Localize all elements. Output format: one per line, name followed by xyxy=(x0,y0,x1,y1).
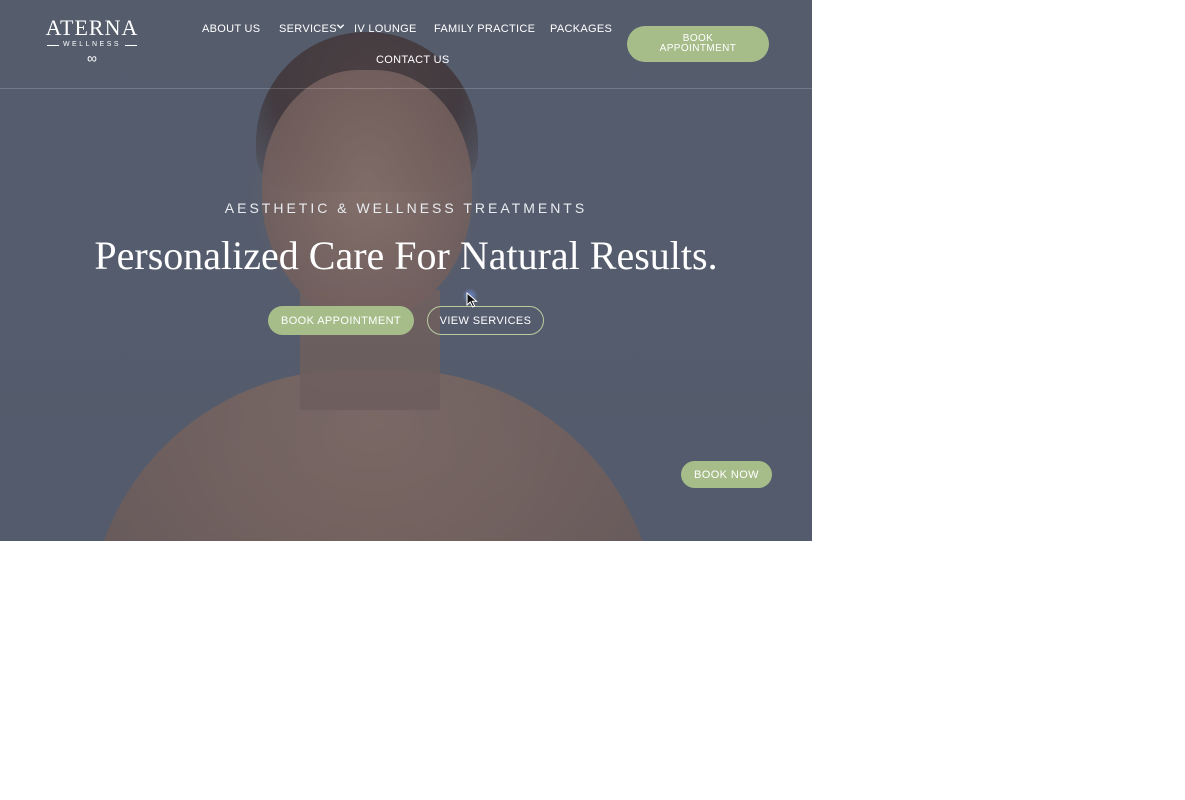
hero-headline: Personalized Care For Natural Results. xyxy=(94,233,718,278)
nav-iv-lounge[interactable]: IV LOUNGE xyxy=(354,22,417,36)
brand-logo[interactable]: ATERNA WELLNESS ∞ xyxy=(45,15,139,66)
floating-book-now-button[interactable]: BOOK NOW xyxy=(681,461,772,488)
chevron-down-icon[interactable] xyxy=(336,22,345,31)
logo-rule-left xyxy=(46,44,59,46)
nav-family-practice[interactable]: FAMILY PRACTICE xyxy=(434,22,535,36)
nav-packages[interactable]: PACKAGES xyxy=(550,22,612,36)
hero-eyebrow: AESTHETIC & WELLNESS TREATMENTS xyxy=(224,200,588,216)
header-book-appointment-button[interactable]: BOOK APPOINTMENT xyxy=(627,26,769,62)
nav-services[interactable]: SERVICES xyxy=(279,22,337,36)
cursor-arrow-icon xyxy=(466,292,478,308)
logo-rule-right xyxy=(125,44,138,46)
site-header: ATERNA WELLNESS ∞ ABOUT US SERVICES IV L… xyxy=(0,0,812,89)
logo-name: ATERNA xyxy=(45,15,139,40)
hero-view-services-button[interactable]: VIEW SERVICES xyxy=(427,306,544,335)
nav-contact-us[interactable]: CONTACT US xyxy=(376,53,450,67)
infinity-icon: ∞ xyxy=(87,50,97,66)
browser-viewport: ATERNA WELLNESS ∞ ABOUT US SERVICES IV L… xyxy=(0,0,812,541)
logo-tagline: WELLNESS xyxy=(62,41,122,48)
nav-about-us[interactable]: ABOUT US xyxy=(202,22,260,36)
logo-tagline-row: WELLNESS xyxy=(45,40,139,50)
hero-book-appointment-button[interactable]: BOOK APPOINTMENT xyxy=(268,306,414,335)
